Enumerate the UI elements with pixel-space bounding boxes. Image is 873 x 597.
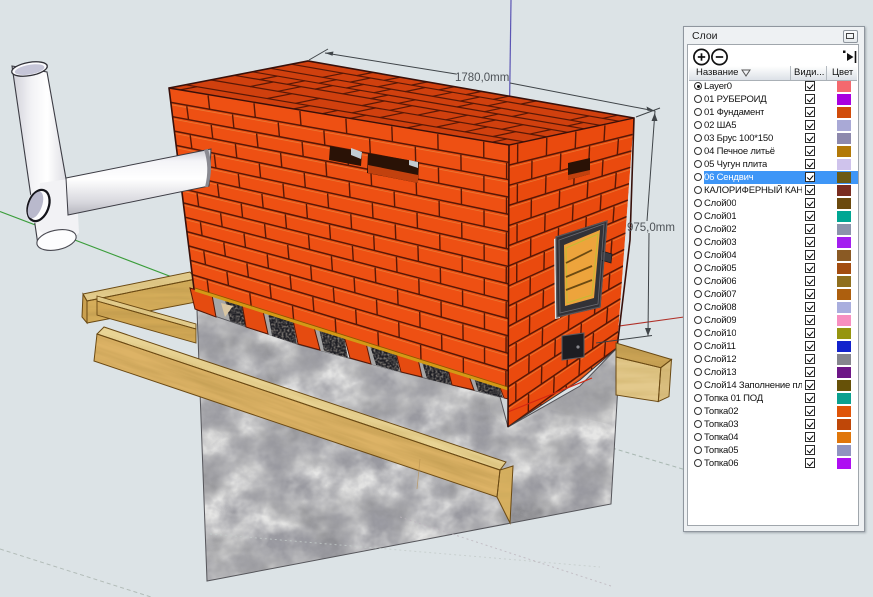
- svg-text:1780,0mm: 1780,0mm: [455, 72, 509, 84]
- svg-text:975,0mm: 975,0mm: [627, 222, 675, 234]
